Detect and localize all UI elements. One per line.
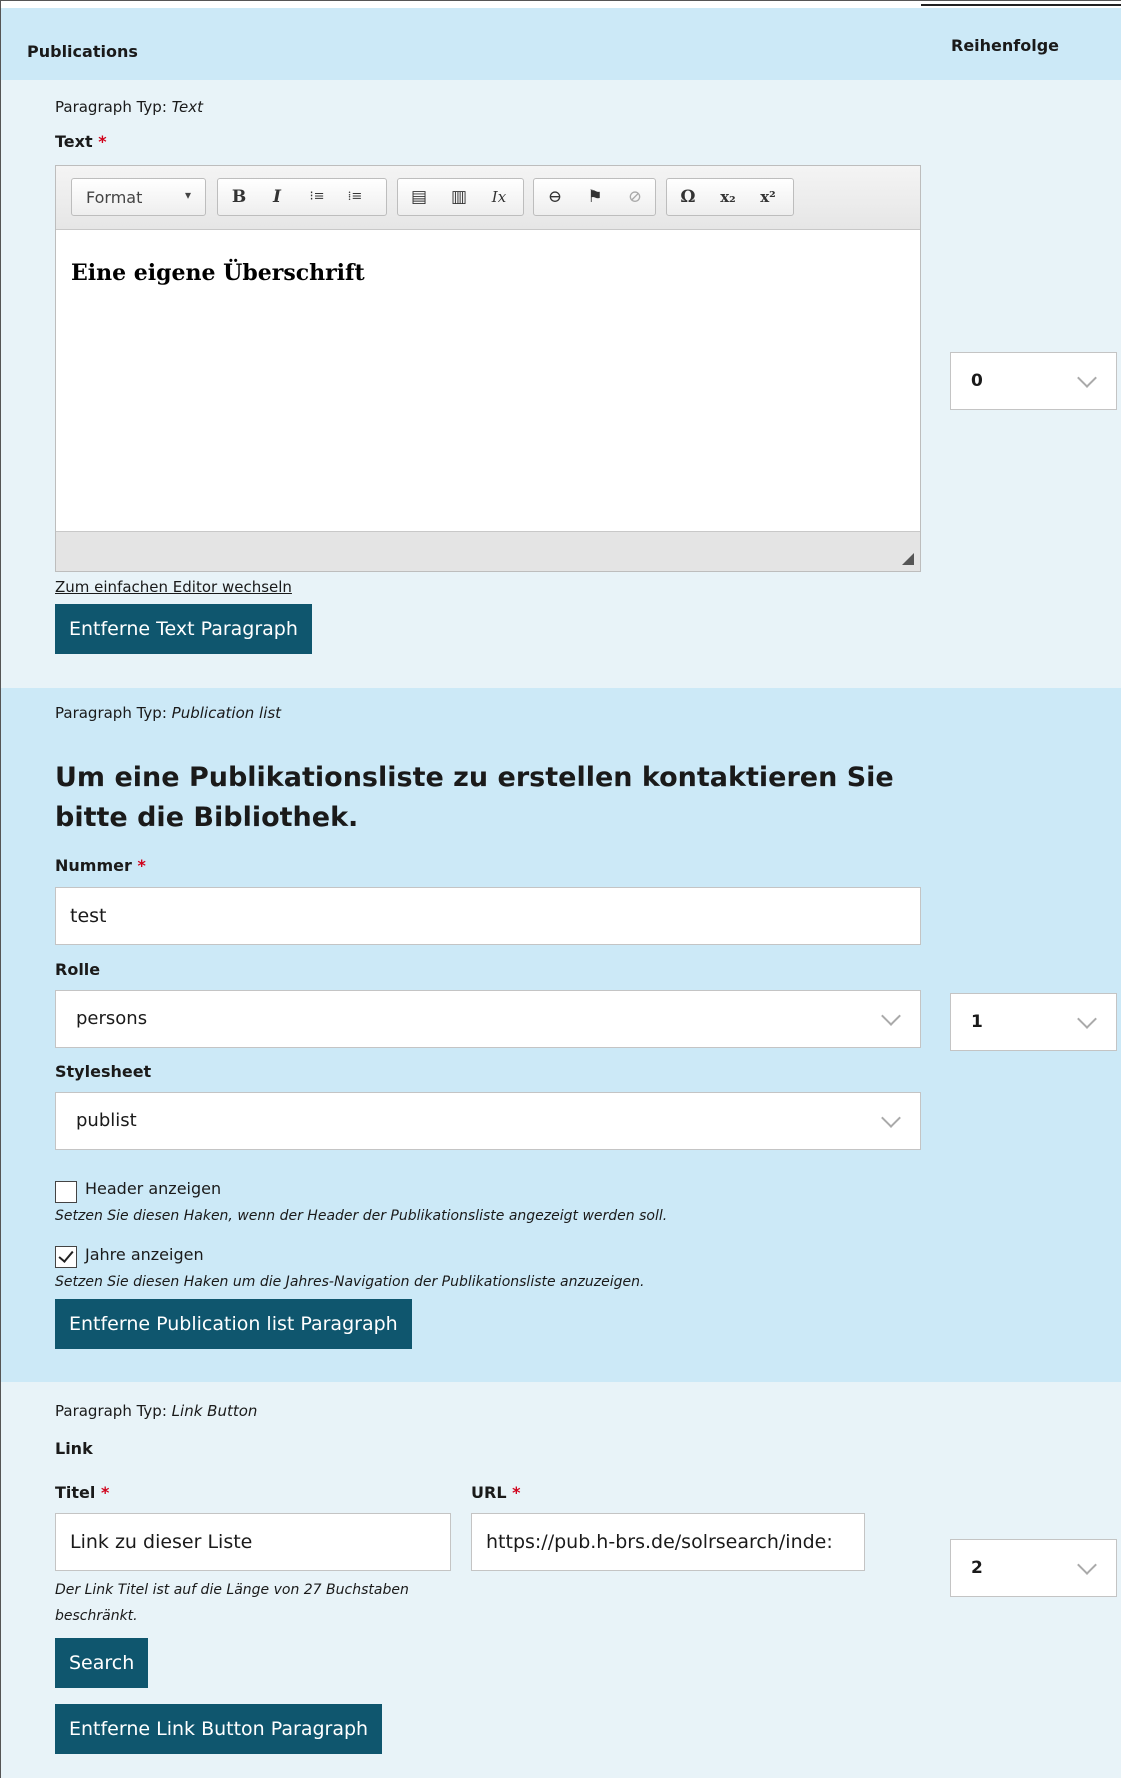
required-marker: * (98, 132, 107, 151)
order-select[interactable]: 2 (950, 1539, 1117, 1597)
jahre-anzeigen-label: Jahre anzeigen (85, 1245, 204, 1264)
url-label: URL * (471, 1483, 521, 1502)
resize-handle-icon[interactable] (902, 553, 914, 565)
titel-length-hint: Der Link Titel ist auf die Länge von 27 … (55, 1582, 409, 1624)
order-value: 0 (971, 371, 983, 391)
paste-text-icon[interactable]: ▤ (404, 179, 434, 215)
chevron-down-icon (881, 1108, 901, 1128)
order-select[interactable]: 0 (950, 352, 1117, 410)
order-column-label: Reihenfolge (951, 36, 1060, 55)
url-input[interactable]: https://pub.h-brs.de/solrsearch/inde: (471, 1513, 865, 1571)
paragraph-type: Paragraph Typ: Publication list (55, 704, 282, 722)
bullet-list-icon[interactable]: ⁝≡ (302, 179, 332, 215)
link-icon[interactable]: ⊖ (540, 179, 570, 215)
link-button-section: Paragraph Typ: Link Button Link Titel * … (1, 1382, 1121, 1778)
paragraph-type-name: Text (171, 98, 203, 116)
order-select[interactable]: 1 (950, 993, 1117, 1051)
chevron-down-icon (881, 1006, 901, 1026)
unlink-icon[interactable]: ⊘ (620, 179, 650, 215)
toolbar-group-links: ⊖ ⚑ ⊘ (533, 178, 656, 216)
nummer-label: Nummer * (55, 856, 146, 875)
paragraph-type-name: Publication list (171, 704, 282, 722)
rich-text-editor: Format ▾ B I ⁝≡ ⁞≡ ▤ ▥ Ix ⊖ ⚑ ⊘ Ω x₂ x² … (55, 165, 921, 572)
paste-word-icon[interactable]: ▥ (444, 179, 474, 215)
toolbar-group-basic: B I ⁝≡ ⁞≡ (217, 178, 387, 216)
anchor-flag-icon[interactable]: ⚑ (580, 179, 610, 215)
stylesheet-label: Stylesheet (55, 1062, 152, 1081)
caret-down-icon: ▾ (184, 188, 191, 202)
editor-status-bar (56, 531, 920, 571)
table-title: Publications (27, 42, 138, 61)
paragraph-type: Paragraph Typ: Text (55, 98, 203, 116)
link-section-label: Link (55, 1439, 93, 1458)
special-char-icon[interactable]: Ω (673, 179, 703, 215)
required-marker: * (137, 856, 146, 875)
remove-text-paragraph-button[interactable]: Entferne Text Paragraph (55, 604, 312, 654)
corner-rule (921, 0, 1121, 6)
titel-input[interactable]: Link zu dieser Liste (55, 1513, 451, 1571)
publication-list-section: Paragraph Typ: Publication list Um eine … (1, 688, 1121, 1382)
required-marker: * (100, 1483, 110, 1502)
text-field-label: Text * (55, 132, 107, 151)
chevron-down-icon (1077, 1009, 1097, 1029)
header-anzeigen-label: Header anzeigen (85, 1179, 222, 1198)
editor-toolbar: Format ▾ B I ⁝≡ ⁞≡ ▤ ▥ Ix ⊖ ⚑ ⊘ Ω x₂ x² (56, 166, 920, 230)
remove-format-icon[interactable]: Ix (484, 179, 514, 215)
checkmark-icon (58, 1247, 74, 1263)
jahre-anzeigen-checkbox[interactable] (55, 1246, 77, 1268)
bold-button[interactable]: B (224, 179, 254, 215)
nummer-input[interactable]: test (55, 887, 921, 945)
superscript-icon[interactable]: x² (753, 179, 783, 215)
rolle-label: Rolle (55, 960, 101, 979)
toolbar-group-insert: Ω x₂ x² (666, 178, 794, 216)
numbered-list-icon[interactable]: ⁞≡ (340, 179, 370, 215)
rolle-select[interactable]: persons (55, 990, 921, 1048)
switch-editor-link[interactable]: Zum einfachen Editor wechseln (55, 578, 292, 596)
italic-button[interactable]: I (262, 179, 292, 215)
editor-heading-text: Eine eigene Überschrift (71, 260, 365, 286)
chevron-down-icon (1077, 1555, 1097, 1575)
order-value: 1 (971, 1012, 983, 1032)
remove-publication-list-paragraph-button[interactable]: Entferne Publication list Paragraph (55, 1299, 412, 1349)
header-anzeigen-checkbox[interactable] (55, 1181, 77, 1203)
stylesheet-select[interactable]: publist (55, 1092, 921, 1150)
jahre-anzeigen-hint: Setzen Sie diesen Haken um die Jahres-Na… (55, 1274, 645, 1290)
toolbar-group-clipboard: ▤ ▥ Ix (397, 178, 524, 216)
contact-library-heading: Um eine Publikationsliste zu erstellen k… (55, 762, 894, 833)
header-anzeigen-hint: Setzen Sie diesen Haken, wenn der Header… (55, 1208, 668, 1224)
paragraph-type: Paragraph Typ: Link Button (55, 1402, 258, 1420)
table-header: Publications Reihenfolge (1, 8, 1121, 80)
format-dropdown[interactable]: Format ▾ (71, 178, 206, 216)
remove-link-button-paragraph-button[interactable]: Entferne Link Button Paragraph (55, 1704, 383, 1754)
paragraph-type-name: Link Button (171, 1402, 258, 1420)
editor-content-area[interactable]: Eine eigene Überschrift (56, 230, 920, 534)
subscript-icon[interactable]: x₂ (713, 179, 743, 215)
order-value: 2 (971, 1558, 983, 1578)
search-button[interactable]: Search (55, 1638, 149, 1688)
titel-label: Titel * (55, 1483, 110, 1502)
required-marker: * (512, 1483, 521, 1502)
chevron-down-icon (1077, 368, 1097, 388)
text-paragraph-section: Paragraph Typ: Text Text * Format ▾ B I … (1, 80, 1121, 688)
